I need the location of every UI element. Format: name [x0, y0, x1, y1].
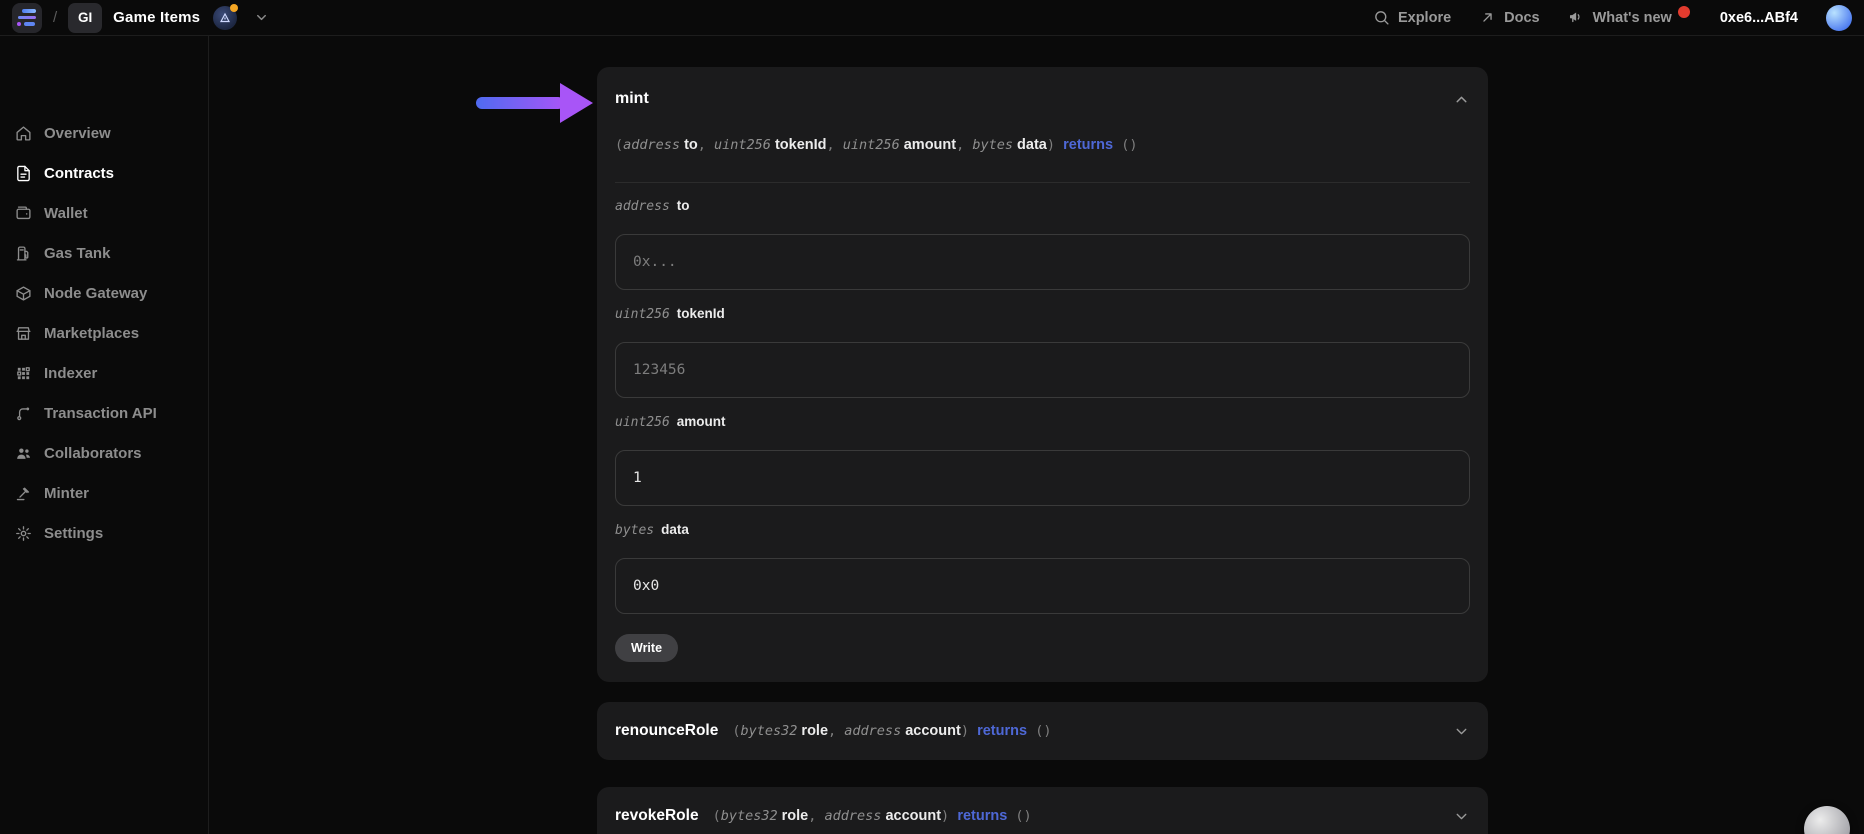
nav-explore[interactable]: Explore — [1373, 9, 1451, 26]
collapsed-functions: renounceRole (bytes32 role, address accou… — [597, 702, 1488, 834]
sidebar-item-label: Transaction API — [44, 404, 157, 422]
field-label-amount: uint256 amount — [615, 413, 1470, 432]
gear-icon — [14, 525, 33, 542]
function-card-revokerole[interactable]: revokeRole (bytes32 role, address account… — [597, 787, 1488, 834]
field-label-tokenId: uint256 tokenId — [615, 305, 1470, 324]
external-link-icon — [1479, 9, 1496, 26]
function-name: mint — [615, 90, 649, 107]
sidebar-item-label: Gas Tank — [44, 244, 111, 262]
sidebar-item-settings[interactable]: Settings — [0, 513, 208, 553]
wallet-icon — [14, 205, 33, 222]
param-type: address — [615, 199, 670, 214]
annotation-arrow-icon — [476, 83, 601, 123]
function-signature: (bytes32 role, address account) returns … — [732, 723, 1052, 739]
breadcrumb: / GI Game Items — [12, 2, 269, 33]
app-window: / GI Game Items Explore Docs What's new 0x… — [0, 0, 1864, 834]
sidebar-item-label: Minter — [44, 484, 89, 502]
chevron-down-icon[interactable] — [1453, 723, 1470, 740]
gavel-icon — [14, 485, 33, 502]
sidebar-item-transaction-api[interactable]: Transaction API — [0, 393, 208, 433]
home-icon — [14, 125, 33, 142]
sidebar-item-label: Marketplaces — [44, 324, 140, 342]
sidebar-item-marketplaces[interactable]: Marketplaces — [0, 313, 208, 353]
project-name[interactable]: Game Items — [113, 9, 200, 26]
chevron-down-icon[interactable] — [1453, 808, 1470, 825]
storefront-icon — [14, 325, 33, 342]
megaphone-icon — [1568, 9, 1585, 26]
function-signature: (address to, uint256 tokenId, uint256 am… — [615, 137, 1138, 153]
param-type: uint256 — [615, 307, 670, 322]
sidebar-item-collaborators[interactable]: Collaborators — [0, 433, 208, 473]
main-content: mint (address to, uint256 tokenId, uint2… — [209, 36, 1864, 834]
function-card-renouncerole[interactable]: renounceRole (bytes32 role, address accou… — [597, 702, 1488, 760]
chevron-down-icon[interactable] — [254, 10, 269, 25]
sidebar-item-label: Contracts — [44, 164, 115, 182]
function-signature: (bytes32 role, address account) returns … — [712, 808, 1032, 824]
notification-dot — [1677, 5, 1690, 18]
sidebar-item-gas-tank[interactable]: Gas Tank — [0, 233, 208, 273]
input-to[interactable] — [615, 234, 1470, 290]
sidebar-item-label: Collaborators — [44, 444, 142, 462]
users-icon — [14, 445, 33, 462]
nav-docs[interactable]: Docs — [1479, 9, 1540, 26]
sidebar-item-label: Indexer — [44, 364, 98, 382]
input-data[interactable] — [615, 558, 1470, 614]
chevron-up-icon[interactable] — [1453, 91, 1470, 108]
sidebar: Overview Contracts Wallet Gas Tank Node Gate… — [0, 36, 209, 834]
avatar[interactable] — [1826, 4, 1852, 31]
sidebar-item-minter[interactable]: Minter — [0, 473, 208, 513]
write-button[interactable]: Write — [615, 634, 679, 662]
contract-functions-list: mint (address to, uint256 tokenId, uint2… — [597, 67, 1488, 834]
function-name: revokeRole — [615, 807, 699, 824]
param-name: tokenId — [676, 306, 725, 321]
function-card-mint: mint (address to, uint256 tokenId, uint2… — [597, 67, 1488, 682]
network-notification-dot — [230, 3, 239, 12]
field-label-to: address to — [615, 197, 1470, 216]
param-name: data — [661, 522, 689, 537]
nav-label: Docs — [1504, 9, 1540, 26]
sidebar-item-contracts[interactable]: Contracts — [0, 153, 208, 193]
param-type: uint256 — [615, 415, 670, 430]
contract-icon — [14, 165, 33, 182]
nav-what-s-new[interactable]: What's new — [1568, 5, 1692, 26]
header-nav: Explore Docs What's new 0xe6...ABf4 — [1373, 4, 1852, 31]
mint-card-header[interactable]: mint — [615, 87, 1470, 111]
sidebar-item-indexer[interactable]: Indexer — [0, 353, 208, 393]
grid-icon — [14, 365, 33, 382]
function-fields: address to uint256 tokenId uint256 amount byte… — [615, 197, 1470, 614]
sidebar-item-label: Overview — [44, 124, 111, 142]
sequence-logo-icon[interactable] — [12, 2, 42, 33]
cube-icon — [14, 285, 33, 302]
top-header: / GI Game Items Explore Docs What's new 0x… — [0, 0, 1864, 36]
function-name: renounceRole — [615, 722, 719, 739]
nav-label: Explore — [1397, 9, 1452, 26]
param-name: amount — [676, 414, 726, 429]
wallet-address[interactable]: 0xe6...ABf4 — [1720, 10, 1798, 26]
param-type: bytes — [615, 523, 655, 538]
sidebar-item-overview[interactable]: Overview — [0, 113, 208, 153]
project-badge[interactable]: GI — [68, 2, 103, 33]
input-amount[interactable] — [615, 450, 1470, 506]
sidebar-item-label: Node Gateway — [44, 284, 148, 302]
breadcrumb-separator: / — [53, 9, 58, 26]
network-badge-icon[interactable] — [213, 3, 239, 30]
search-icon — [1373, 9, 1390, 26]
sidebar-item-label: Wallet — [44, 204, 88, 222]
sidebar-item-node-gateway[interactable]: Node Gateway — [0, 273, 208, 313]
gas-pump-icon — [14, 245, 33, 262]
input-tokenId[interactable] — [615, 342, 1470, 398]
sidebar-item-label: Settings — [44, 524, 104, 542]
sidebar-item-wallet[interactable]: Wallet — [0, 193, 208, 233]
route-icon — [14, 405, 33, 422]
nav-label: What's new — [1592, 9, 1672, 26]
param-name: to — [676, 198, 690, 213]
field-label-data: bytes data — [615, 521, 1470, 540]
divider — [615, 182, 1470, 183]
